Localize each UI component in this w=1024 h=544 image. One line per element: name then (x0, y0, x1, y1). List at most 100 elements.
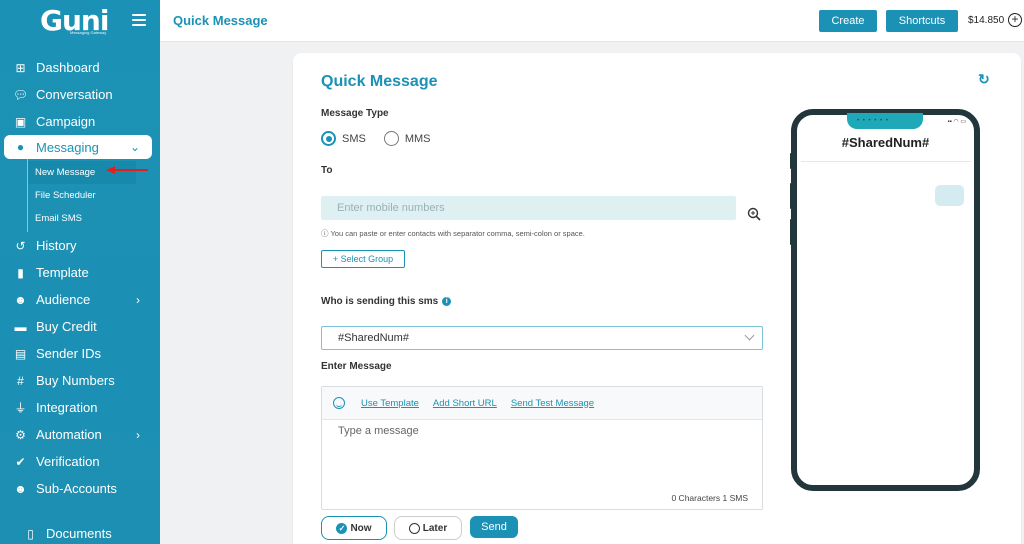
use-template-link[interactable]: Use Template (361, 398, 419, 409)
sidebar-item-label: Verification (36, 454, 100, 469)
message-toolbar: Use Template Add Short URL Send Test Mes… (322, 387, 762, 420)
add-short-url-link[interactable]: Add Short URL (433, 398, 497, 409)
document-icon: ▯ (27, 526, 34, 541)
sidebar-item-label: Audience (36, 292, 91, 307)
sidebar-item-label: Campaign (36, 114, 96, 129)
sidebar-item-template[interactable]: ▮ Template (0, 259, 160, 286)
sidebar-subitem-file-scheduler[interactable]: File Scheduler (28, 184, 160, 207)
chevron-down-icon (744, 330, 755, 341)
sidebar-item-label: Conversation (36, 87, 113, 102)
refresh-icon[interactable]: ↻ (978, 71, 990, 88)
chat-icon: 💬︎ (12, 87, 29, 102)
message-icon: ● (16, 140, 25, 154)
message-bubble (935, 185, 964, 206)
sms-radio-label[interactable]: SMS (342, 133, 366, 145)
phone-side-button (790, 219, 793, 245)
message-type-label: Message Type (321, 108, 389, 119)
sidebar-subitem-label: New Message (35, 167, 96, 178)
search-icon[interactable] (746, 206, 762, 222)
sender-label: Who is sending this sms i (321, 296, 452, 307)
sidebar-item-buy-credit[interactable]: ▬ Buy Credit (0, 313, 160, 340)
messaging-submenu: New Message File Scheduler Email SMS (27, 159, 160, 232)
sidebar-item-label: Documents (46, 526, 112, 541)
later-label: Later (422, 522, 448, 534)
sidebar-item-integration[interactable]: ⏚ Integration (0, 394, 160, 421)
balance-amount: $14.850 (968, 15, 1005, 26)
sidebar-item-label: History (36, 238, 77, 253)
phone-sender-name: #SharedNum# (841, 135, 930, 150)
select-group-button[interactable]: + Select Group (321, 250, 405, 268)
phone-side-button (790, 153, 793, 169)
sidebar-item-label: Template (36, 265, 89, 280)
mms-radio-label[interactable]: MMS (405, 133, 431, 145)
message-box: Use Template Add Short URL Send Test Mes… (321, 386, 763, 510)
sidebar-item-automation[interactable]: ⚙ Automation › (0, 421, 160, 448)
mms-radio[interactable] (383, 131, 399, 146)
logo-row: Guni Messaging Gateway (0, 0, 160, 42)
message-textarea[interactable]: Type a message (338, 425, 419, 437)
send-test-message-link[interactable]: Send Test Message (511, 398, 594, 409)
chevron-down-icon: ⌄ (129, 140, 140, 154)
inbox-icon: ▣ (14, 114, 27, 129)
sidebar-item-verification[interactable]: ✔ Verification (0, 448, 160, 475)
recipient-input[interactable]: Enter mobile numbers (321, 196, 736, 220)
recipient-hint: ⓘ You can paste or enter contacts with s… (321, 229, 585, 238)
sidebar-item-sender-ids[interactable]: ▤ Sender IDs (0, 340, 160, 367)
radio-empty-icon (408, 522, 420, 534)
sidebar-item-label: Sub-Accounts (36, 481, 117, 496)
message-type-radios: SMS MMS (321, 131, 449, 146)
sidebar-subitem-label: Email SMS (35, 213, 82, 224)
emoji-icon[interactable] (333, 397, 345, 409)
shortcuts-button[interactable]: Shortcuts (886, 10, 958, 32)
sidebar-item-messaging[interactable]: ● Messaging ⌄ (4, 135, 152, 159)
sub-accounts-icon: ☻ (14, 481, 27, 496)
logo-tagline: Messaging Gateway (70, 30, 107, 35)
sidebar-item-label: Buy Numbers (36, 373, 115, 388)
phone-preview: • • • • • • ▪▪ ◠ ▭ #SharedNum# (791, 109, 980, 491)
send-button[interactable]: Send (470, 516, 518, 538)
sidebar-item-conversation[interactable]: 💬︎ Conversation (0, 81, 160, 108)
sender-label-text: Who is sending this sms (321, 296, 439, 307)
sidebar-subitem-email-sms[interactable]: Email SMS (28, 207, 160, 230)
select-group-label: Select Group (340, 254, 394, 264)
top-bar: Quick Message Create Shortcuts $14.850 + (160, 0, 1024, 42)
recipient-hint-text: You can paste or enter contacts with sep… (330, 229, 585, 238)
create-button[interactable]: Create (819, 10, 877, 32)
sender-select-value: #SharedNum# (338, 332, 409, 344)
phone-side-button (977, 193, 980, 233)
enter-message-label: Enter Message (321, 361, 392, 372)
send-now-option[interactable]: ✓ Now (321, 516, 387, 540)
sidebar-item-label: Dashboard (36, 60, 100, 75)
robot-icon: ⚙ (15, 427, 26, 442)
chevron-right-icon: › (136, 427, 140, 442)
dashboard-icon: ⊞ (15, 60, 26, 75)
sidebar-item-label: Messaging (36, 139, 99, 155)
sidebar-item-history[interactable]: ↺ History (0, 232, 160, 259)
users-icon: ☻ (14, 292, 27, 307)
history-icon: ↺ (15, 238, 26, 253)
card-icon: ▬ (14, 319, 27, 334)
sidebar-item-audience[interactable]: ☻ Audience › (0, 286, 160, 313)
plug-icon: ⏚ (14, 400, 27, 415)
sidebar-subitem-label: File Scheduler (35, 190, 96, 201)
character-counter: 0 Characters 1 SMS (671, 493, 748, 503)
sidebar-item-sub-accounts[interactable]: ☻ Sub-Accounts (0, 475, 160, 502)
sidebar-item-campaign[interactable]: ▣ Campaign (0, 108, 160, 135)
sidebar-item-label: Buy Credit (36, 319, 97, 334)
info-icon[interactable]: i (442, 296, 452, 306)
sender-select[interactable]: #SharedNum# (321, 326, 763, 350)
sidebar: Guni Messaging Gateway ⊞ Dashboard 💬︎ Co… (0, 0, 160, 544)
sidebar-item-documents[interactable]: ▯ Documents (0, 520, 160, 544)
sidebar-item-dashboard[interactable]: ⊞ Dashboard (0, 54, 160, 81)
menu-toggle-icon[interactable] (132, 14, 146, 26)
add-credit-icon[interactable]: + (1008, 13, 1022, 27)
check-circle-icon: ✔ (15, 454, 26, 469)
sms-radio[interactable] (321, 131, 336, 146)
now-label: Now (350, 522, 372, 534)
sidebar-item-buy-numbers[interactable]: # Buy Numbers (0, 367, 160, 394)
phone-status-icons: ▪▪ ◠ ▭ (947, 119, 967, 125)
id-badge-icon: ▤ (14, 346, 27, 361)
send-later-option[interactable]: Later (394, 516, 462, 540)
page-title: Quick Message (173, 13, 268, 28)
sidebar-item-label: Sender IDs (36, 346, 102, 361)
